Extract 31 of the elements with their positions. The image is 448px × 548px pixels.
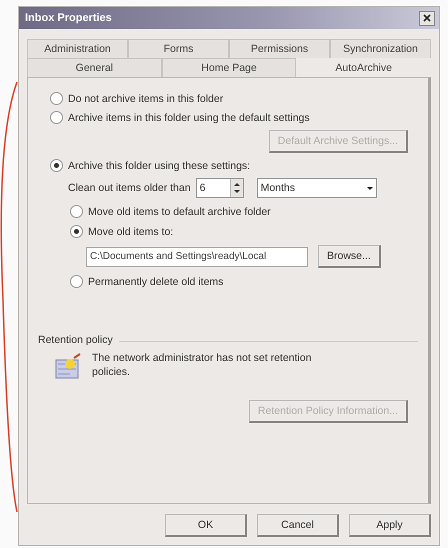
option-label: Move old items to: (88, 226, 174, 238)
window-title: Inbox Properties (25, 12, 112, 24)
browse-button[interactable]: Browse... (318, 245, 381, 268)
retention-message: The network administrator has not set retention policies. (92, 352, 312, 380)
tab[interactable]: Synchronization (330, 39, 431, 58)
dialog-button[interactable]: Cancel (257, 514, 339, 537)
radio-button[interactable] (70, 275, 83, 288)
clean-out-label: Clean out items older than (68, 182, 191, 194)
option-label: Permanently delete old items (88, 276, 224, 288)
option-label: Archive this folder using these settings: (68, 160, 250, 172)
radio-button[interactable] (70, 225, 83, 238)
radio-button[interactable] (50, 111, 63, 124)
option-label: Do not archive items in this folder (68, 92, 224, 104)
tab[interactable]: Permissions (229, 39, 330, 58)
tab[interactable]: General (27, 58, 162, 77)
path-field[interactable]: C:\Documents and Settings\ready\Local (86, 246, 308, 266)
dialog-button[interactable]: OK (165, 514, 247, 537)
unit-dropdown[interactable]: Months (256, 178, 377, 198)
option-label: Move old items to default archive folder (88, 206, 271, 218)
tab[interactable]: Home Page (162, 58, 296, 77)
section-heading: Retention policy (38, 334, 113, 346)
option-label: Archive items in this folder using the default settings (68, 112, 310, 124)
radio-button[interactable] (50, 159, 63, 172)
dialog-button[interactable]: Apply (349, 514, 431, 537)
radio-button[interactable] (70, 205, 83, 218)
close-icon[interactable] (419, 10, 435, 26)
tab[interactable]: Administration (27, 39, 128, 58)
spin-arrows-icon[interactable] (230, 179, 243, 197)
age-spinbox[interactable]: 6 (196, 178, 244, 198)
radio-button[interactable] (50, 92, 63, 105)
tab[interactable]: Forms (128, 39, 229, 58)
